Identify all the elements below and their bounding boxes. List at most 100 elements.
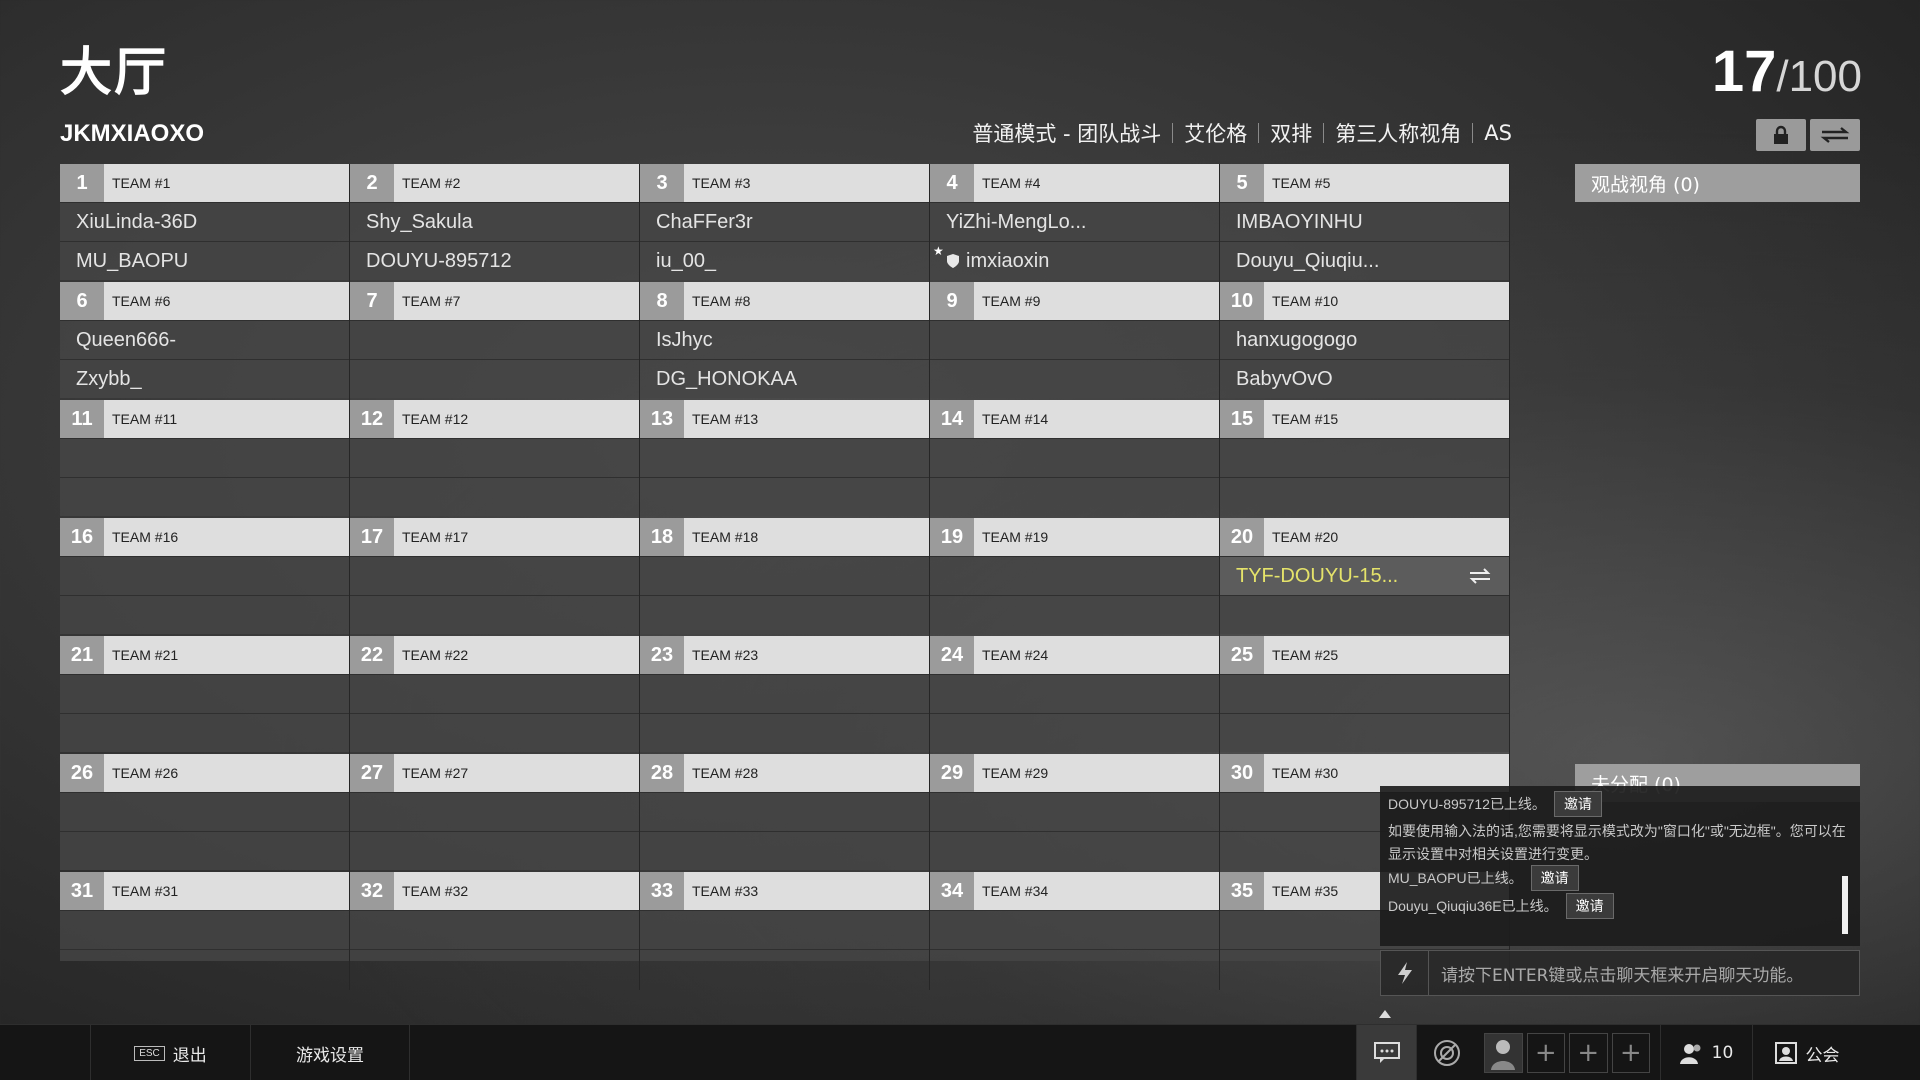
chat-log[interactable]: DOUYU-895712已上线。 邀请 如要使用输入法的话,您需要将显示模式改为…	[1380, 786, 1860, 946]
chat-button[interactable]	[1356, 1025, 1416, 1080]
player-slot[interactable]: TYF-DOUYU-15...	[1220, 556, 1509, 595]
team-header[interactable]: 34 TEAM #34	[930, 872, 1219, 910]
chat-input[interactable]: 请按下ENTER键或点击聊天框来开启聊天功能。	[1380, 950, 1860, 996]
lock-button[interactable]	[1756, 119, 1806, 151]
player-slot[interactable]	[930, 910, 1219, 949]
player-slot[interactable]	[640, 949, 929, 961]
player-slot[interactable]	[350, 910, 639, 949]
team-header[interactable]: 28 TEAM #28	[640, 754, 929, 792]
player-slot[interactable]: Shy_Sakula	[350, 202, 639, 241]
player-slot[interactable]: XiuLinda-36D	[60, 202, 349, 241]
player-slot[interactable]	[930, 556, 1219, 595]
player-slot[interactable]	[930, 949, 1219, 961]
player-slot[interactable]	[1220, 477, 1509, 516]
add-squad-slot-icon[interactable]: +	[1611, 1033, 1650, 1073]
player-slot[interactable]: hanxugogogo	[1220, 320, 1509, 359]
player-slot[interactable]	[350, 713, 639, 752]
swap-icon[interactable]	[1469, 567, 1491, 590]
game-settings-button[interactable]: 游戏设置	[250, 1025, 410, 1080]
team-header[interactable]: 1 TEAM #1	[60, 164, 349, 202]
lightning-icon[interactable]	[1381, 951, 1429, 995]
player-slot[interactable]	[930, 792, 1219, 831]
team-header[interactable]: 18 TEAM #18	[640, 518, 929, 556]
team-card[interactable]: 20 TEAM #20 TYF-DOUYU-15...	[1220, 518, 1510, 636]
player-slot[interactable]	[350, 477, 639, 516]
team-header[interactable]: 31 TEAM #31	[60, 872, 349, 910]
player-slot[interactable]: DG_HONOKAA	[640, 359, 929, 398]
team-card[interactable]: 10 TEAM #10 hanxugogogo BabyvOvO	[1220, 282, 1510, 400]
team-card[interactable]: 25 TEAM #25	[1220, 636, 1510, 754]
team-card[interactable]: 27 TEAM #27	[350, 754, 640, 872]
team-header[interactable]: 21 TEAM #21	[60, 636, 349, 674]
team-card[interactable]: 16 TEAM #16	[60, 518, 350, 636]
team-card[interactable]: 14 TEAM #14	[930, 400, 1220, 518]
player-slot[interactable]	[60, 949, 349, 961]
player-slot[interactable]: DOUYU-895712	[350, 241, 639, 280]
player-slot[interactable]	[930, 320, 1219, 359]
team-card[interactable]: 23 TEAM #23	[640, 636, 930, 754]
exit-button[interactable]: ESC 退出	[90, 1025, 250, 1080]
player-slot[interactable]	[640, 438, 929, 477]
player-slot[interactable]	[640, 910, 929, 949]
player-slot[interactable]	[350, 438, 639, 477]
invite-button[interactable]: 邀请	[1553, 791, 1602, 817]
team-header[interactable]: 14 TEAM #14	[930, 400, 1219, 438]
player-slot[interactable]	[930, 674, 1219, 713]
invite-button[interactable]: 邀请	[1530, 865, 1579, 891]
player-slot[interactable]	[930, 438, 1219, 477]
player-slot[interactable]: Queen666-	[60, 320, 349, 359]
team-header[interactable]: 2 TEAM #2	[350, 164, 639, 202]
player-slot[interactable]	[930, 477, 1219, 516]
team-header[interactable]: 9 TEAM #9	[930, 282, 1219, 320]
player-slot[interactable]	[640, 713, 929, 752]
player-slot[interactable]	[1220, 438, 1509, 477]
player-slot[interactable]	[60, 792, 349, 831]
team-card[interactable]: 12 TEAM #12	[350, 400, 640, 518]
team-header[interactable]: 7 TEAM #7	[350, 282, 639, 320]
invite-button[interactable]: 邀请	[1565, 893, 1614, 919]
team-header[interactable]: 13 TEAM #13	[640, 400, 929, 438]
player-slot[interactable]	[930, 713, 1219, 752]
team-header[interactable]: 32 TEAM #32	[350, 872, 639, 910]
team-card[interactable]: 3 TEAM #3 ChaFFer3r iu_00_	[640, 164, 930, 282]
team-header[interactable]: 5 TEAM #5	[1220, 164, 1509, 202]
player-slot[interactable]	[350, 949, 639, 961]
add-squad-slot-icon[interactable]: +	[1526, 1033, 1565, 1073]
team-card[interactable]: 15 TEAM #15	[1220, 400, 1510, 518]
team-header[interactable]: 22 TEAM #22	[350, 636, 639, 674]
player-slot[interactable]	[350, 674, 639, 713]
team-header[interactable]: 29 TEAM #29	[930, 754, 1219, 792]
spectator-header[interactable]: 观战视角 (0)	[1575, 164, 1860, 202]
team-header[interactable]: 4 TEAM #4	[930, 164, 1219, 202]
team-card[interactable]: 9 TEAM #9	[930, 282, 1220, 400]
team-header[interactable]: 8 TEAM #8	[640, 282, 929, 320]
team-card[interactable]: 28 TEAM #28	[640, 754, 930, 872]
player-slot[interactable]	[640, 674, 929, 713]
player-slot[interactable]: ★ imxiaoxin	[930, 241, 1219, 280]
player-slot[interactable]: BabyvOvO	[1220, 359, 1509, 398]
friends-button[interactable]: 10	[1660, 1025, 1752, 1080]
team-card[interactable]: 17 TEAM #17	[350, 518, 640, 636]
player-slot[interactable]: YiZhi-MengLo...	[930, 202, 1219, 241]
team-header[interactable]: 15 TEAM #15	[1220, 400, 1509, 438]
player-slot[interactable]	[350, 792, 639, 831]
player-slot[interactable]	[60, 438, 349, 477]
player-slot[interactable]: ChaFFer3r	[640, 202, 929, 241]
player-slot[interactable]	[60, 713, 349, 752]
team-card[interactable]: 26 TEAM #26	[60, 754, 350, 872]
emblem-button[interactable]	[1416, 1025, 1476, 1080]
player-slot[interactable]: iu_00_	[640, 241, 929, 280]
player-slot[interactable]	[1220, 595, 1509, 634]
player-slot[interactable]	[350, 556, 639, 595]
team-header[interactable]: 6 TEAM #6	[60, 282, 349, 320]
team-card[interactable]: 11 TEAM #11	[60, 400, 350, 518]
team-card[interactable]: 2 TEAM #2 Shy_Sakula DOUYU-895712	[350, 164, 640, 282]
team-card[interactable]: 7 TEAM #7	[350, 282, 640, 400]
team-header[interactable]: 23 TEAM #23	[640, 636, 929, 674]
team-header[interactable]: 10 TEAM #10	[1220, 282, 1509, 320]
player-slot[interactable]	[930, 359, 1219, 398]
player-slot[interactable]: IMBAOYINHU	[1220, 202, 1509, 241]
team-header[interactable]: 26 TEAM #26	[60, 754, 349, 792]
chat-scrollbar[interactable]	[1842, 876, 1848, 934]
add-squad-slot-icon[interactable]: +	[1569, 1033, 1608, 1073]
